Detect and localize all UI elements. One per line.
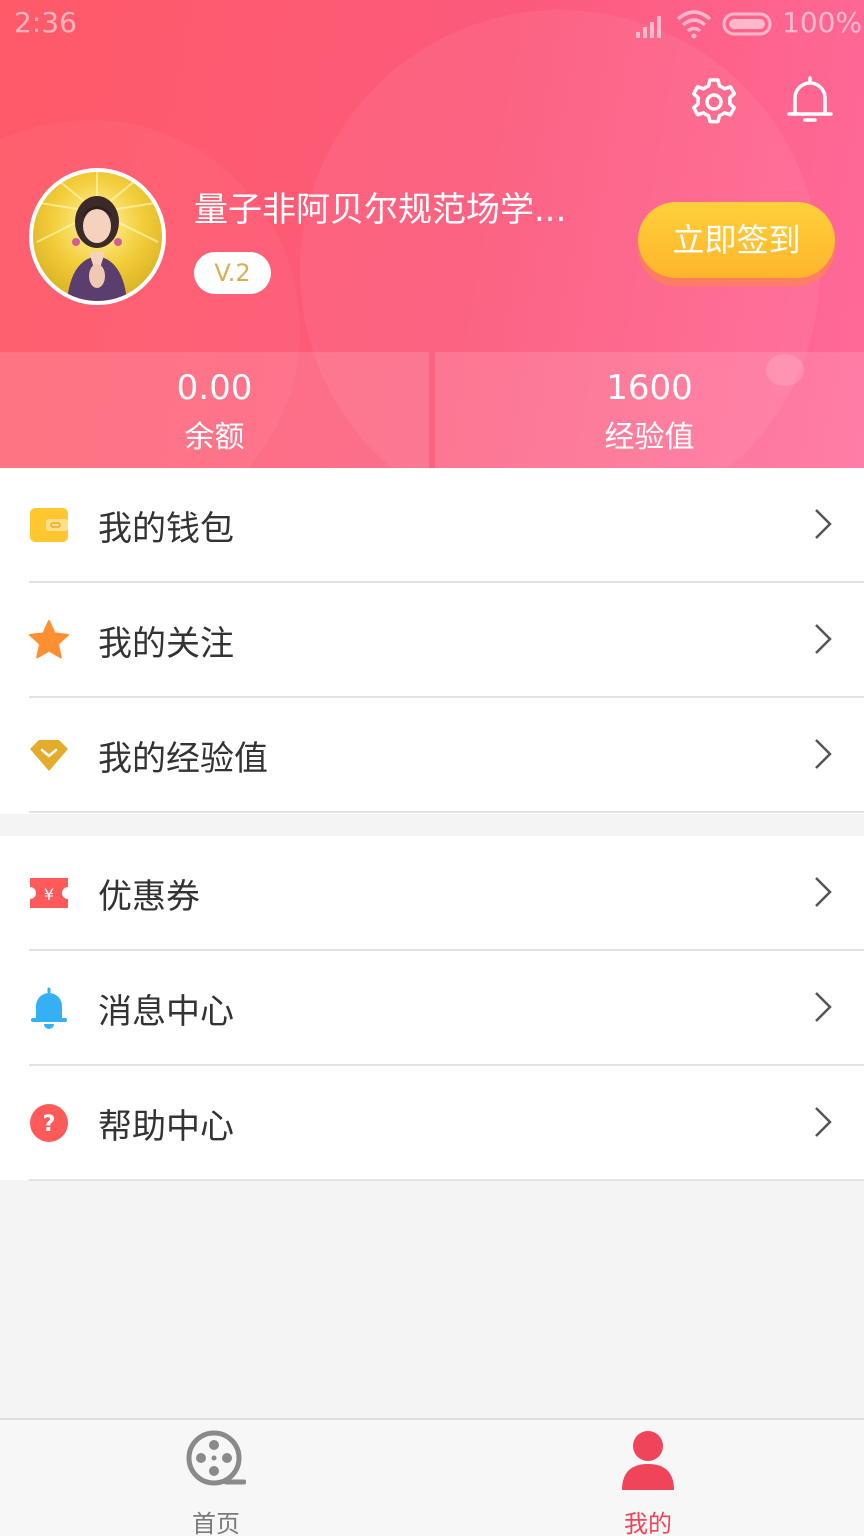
menu-label: 我的关注 — [98, 624, 234, 664]
battery-icon — [722, 12, 772, 36]
notification-bell-icon[interactable] — [784, 74, 836, 126]
experience-value: 1600 — [606, 368, 693, 408]
experience-stat[interactable]: 1600 经验值 — [435, 352, 864, 468]
menu-label: 我的经验值 — [98, 739, 268, 779]
menu-item-following[interactable]: 我的关注 — [0, 583, 864, 698]
divider — [29, 811, 864, 813]
balance-value: 0.00 — [176, 368, 253, 408]
chevron-right-icon — [815, 877, 832, 907]
avatar-image — [33, 172, 162, 301]
chevron-right-icon — [815, 739, 832, 769]
gear-icon[interactable] — [688, 76, 740, 128]
experience-label: 经验值 — [604, 420, 695, 455]
divider — [29, 1179, 864, 1181]
wallet-icon — [30, 508, 68, 542]
level-badge: V.2 — [194, 252, 271, 294]
star-icon — [29, 620, 69, 659]
svg-text:?: ? — [43, 1112, 56, 1137]
user-icon — [622, 1431, 674, 1490]
status-time: 2:36 — [14, 6, 77, 39]
chevron-right-icon — [815, 992, 832, 1022]
menu-item-help[interactable]: ? 帮助中心 — [0, 1066, 864, 1181]
menu-label: 消息中心 — [98, 992, 234, 1032]
menu-label: 帮助中心 — [98, 1107, 234, 1147]
help-icon: ? — [30, 1104, 68, 1142]
stats-bar: 0.00 余额 1600 经验值 — [0, 352, 864, 468]
film-reel-icon — [186, 1430, 246, 1486]
profile-header: 2:36 100% 量子非阿贝尔规范场学... V.2 立即签到 0.00 余额… — [0, 0, 864, 468]
balance-label: 余额 — [184, 420, 245, 455]
tab-label: 首页 — [192, 1510, 240, 1536]
username[interactable]: 量子非阿贝尔规范场学... — [194, 182, 604, 231]
bottom-navigation: 首页 我的 — [0, 1418, 864, 1536]
menu-label: 优惠券 — [98, 877, 200, 917]
avatar[interactable] — [29, 168, 166, 305]
menu-group-services: ¥ 优惠券 消息中心 ? 帮助中心 — [0, 836, 864, 1181]
menu-label: 我的钱包 — [98, 509, 234, 549]
chevron-right-icon — [815, 624, 832, 654]
menu-item-coupons[interactable]: ¥ 优惠券 — [0, 836, 864, 951]
tab-label: 我的 — [624, 1510, 672, 1536]
tab-home[interactable]: 首页 — [146, 1420, 286, 1536]
menu-group-account: 我的钱包 我的关注 我的经验值 — [0, 468, 864, 814]
chevron-right-icon — [815, 509, 832, 539]
signal-icon — [636, 16, 661, 38]
menu-item-messages[interactable]: 消息中心 — [0, 951, 864, 1066]
chevron-right-icon — [815, 1107, 832, 1137]
bell-icon — [31, 987, 67, 1029]
balance-stat[interactable]: 0.00 余额 — [0, 352, 429, 468]
status-bar: 2:36 100% — [0, 0, 864, 48]
diamond-icon — [30, 740, 68, 771]
menu-item-experience[interactable]: 我的经验值 — [0, 698, 864, 813]
battery-percentage: 100% — [782, 6, 863, 39]
tab-mine[interactable]: 我的 — [578, 1420, 718, 1536]
wifi-icon — [676, 10, 712, 39]
svg-text:¥: ¥ — [44, 885, 54, 904]
menu-item-wallet[interactable]: 我的钱包 — [0, 468, 864, 583]
coupon-icon: ¥ — [30, 878, 68, 908]
sign-in-button[interactable]: 立即签到 — [638, 202, 835, 278]
